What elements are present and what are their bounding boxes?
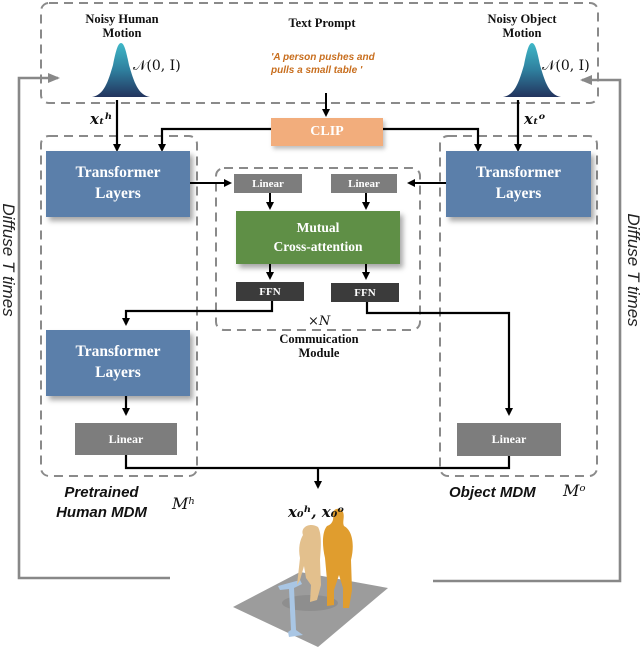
diagram-canvas: Noisy Human Motion Text Prompt Noisy Obj… (0, 0, 640, 650)
object-output-linear: Linear (457, 423, 561, 456)
human-distribution-label: 𝒩(0, I) (133, 58, 181, 74)
communication-module-label: Commuication Module (279, 332, 359, 361)
mutual-cross-attention-block: Mutual Cross-attention (236, 211, 400, 264)
output-variable: x₀ʰ, x₀ᵒ (288, 503, 345, 521)
object-transformer-layers: Transformer Layers (446, 151, 591, 217)
object-model-symbol: Mᵒ (563, 481, 586, 500)
right-diffuse-label: Diffuse T times (624, 213, 640, 327)
comm-linear-left: Linear (234, 174, 302, 193)
human-output-line (124, 454, 511, 470)
prompt-line-2: pulls a small table ' (271, 64, 363, 76)
clip-to-object-arrow (382, 127, 482, 152)
object-noisy-variable: xₜᵒ (524, 110, 546, 128)
comm-ffn-left: FFN (236, 282, 304, 301)
human-transformer-layers-2: Transformer Layers (46, 330, 190, 396)
text-prompt-value: 'A person pushes and pulls a small table… (271, 52, 375, 77)
text-prompt-title: Text Prompt (288, 16, 356, 30)
object-mdm-label: Object MDM (449, 484, 536, 501)
prompt-line-1: 'A person pushes and (271, 52, 375, 63)
human-transformer-layers-1: Transformer Layers (46, 151, 190, 217)
repeat-n-label: ×N (308, 314, 331, 329)
object-distribution-label: 𝒩(0, I) (542, 58, 590, 74)
human-mdm-label: Pretrained Human MDM (56, 484, 147, 521)
noisy-object-motion-title: Noisy Object Motion (487, 12, 557, 41)
left-diffuse-label: Diffuse T times (0, 203, 18, 317)
clip-to-human-arrow (158, 127, 272, 152)
comm-ffn-right: FFN (331, 283, 399, 302)
output-motion-render (233, 508, 388, 647)
comm-linear-right: Linear (331, 174, 397, 193)
human-output-linear: Linear (75, 423, 177, 455)
noisy-human-motion-title: Noisy Human Motion (85, 12, 159, 41)
ffn-to-human-transformer-arrow (122, 301, 274, 326)
human-model-symbol: Mʰ (172, 494, 196, 513)
clip-encoder-block: CLIP (271, 118, 383, 146)
ffn-to-object-linear-arrow (365, 301, 513, 416)
human-noisy-variable: xₜʰ (90, 110, 113, 128)
